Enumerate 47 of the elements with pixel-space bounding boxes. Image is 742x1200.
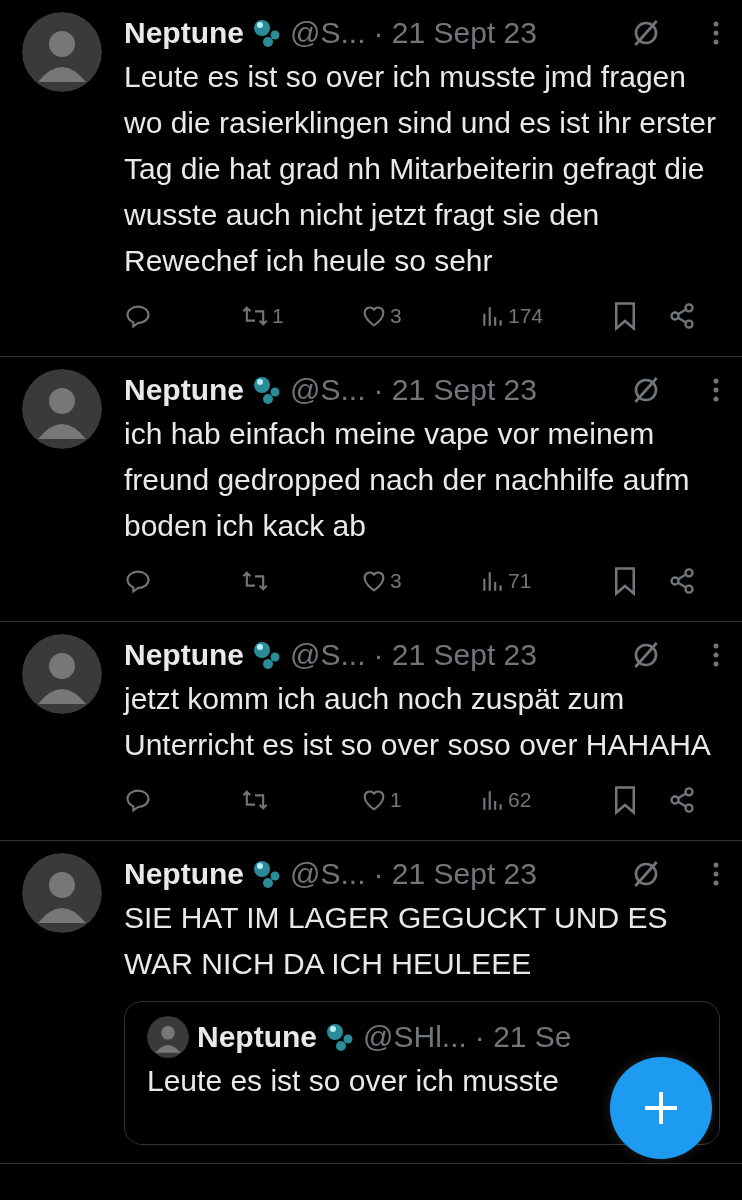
- bubbles-icon: [325, 1022, 355, 1052]
- more-icon[interactable]: [712, 642, 720, 668]
- share-icon[interactable]: [668, 786, 696, 814]
- bookmark-icon[interactable]: [612, 785, 638, 815]
- like-count: 3: [390, 569, 402, 593]
- bubbles-icon: [252, 18, 282, 48]
- avatar-icon[interactable]: [147, 1016, 189, 1058]
- avatar-icon[interactable]: [22, 634, 102, 714]
- author-name[interactable]: Neptune: [124, 373, 244, 407]
- bubbles-icon: [252, 375, 282, 405]
- bookmark-icon[interactable]: [612, 566, 638, 596]
- tweet-text: ich hab einfach meine vape vor meinem freund gedropped nach der nachhilfe aufm boden ich kack ab: [124, 416, 691, 544]
- tweet-text: jetzt komm ich auch noch zuspät zum Unterricht es ist so over soso over HAHAHA: [124, 681, 712, 763]
- bubbles-icon: [252, 859, 282, 889]
- tweet-date[interactable]: · 21 Sept 23: [373, 373, 537, 407]
- tweet-date[interactable]: · 21 Sept 23: [373, 16, 537, 50]
- author-name[interactable]: Neptune: [124, 16, 244, 50]
- tweet-date[interactable]: · 21 Sept 23: [373, 638, 537, 672]
- views-count: 174: [508, 304, 544, 328]
- author-name[interactable]: Neptune: [124, 857, 244, 891]
- author-name[interactable]: Neptune: [124, 638, 244, 672]
- author-handle[interactable]: @S...: [290, 16, 366, 50]
- like-count: 3: [390, 304, 402, 328]
- author-handle: @SHl...: [363, 1020, 467, 1054]
- tweet-text: Leute es ist so over ich musste jmd fragen wo die rasierklingen sind und es ist ihr erster Tag die hat grad nh Mitarbeiterin gefragt die wusste auch nicht jetzt fragt sie den Rewechef ich heule so sehr: [124, 59, 717, 279]
- avatar-icon[interactable]: [22, 369, 102, 449]
- views-count: 62: [508, 788, 532, 812]
- author-handle[interactable]: @S...: [290, 857, 366, 891]
- author-handle[interactable]: @S...: [290, 373, 366, 407]
- tweet-date: · 21 Se: [474, 1020, 572, 1054]
- retweet-count: 1: [272, 304, 284, 328]
- share-icon[interactable]: [668, 302, 696, 330]
- more-icon[interactable]: [712, 20, 720, 46]
- tweet-text: SIE HAT IM LAGER GEGUCKT UND ES WAR NICH DA ICH HEULEEE: [124, 900, 669, 982]
- quoted-text: Leute es ist so over ich musste: [147, 1063, 560, 1099]
- avatar-icon[interactable]: [22, 12, 102, 92]
- like-count: 1: [390, 788, 402, 812]
- more-icon[interactable]: [712, 861, 720, 887]
- bookmark-icon[interactable]: [612, 301, 638, 331]
- author-name: Neptune: [197, 1020, 317, 1054]
- avatar-icon[interactable]: [22, 853, 102, 933]
- share-icon[interactable]: [668, 567, 696, 595]
- bubbles-icon: [252, 640, 282, 670]
- author-handle[interactable]: @S...: [290, 638, 366, 672]
- more-icon[interactable]: [712, 377, 720, 403]
- views-count: 71: [508, 569, 532, 593]
- tweet-date[interactable]: · 21 Sept 23: [373, 857, 537, 891]
